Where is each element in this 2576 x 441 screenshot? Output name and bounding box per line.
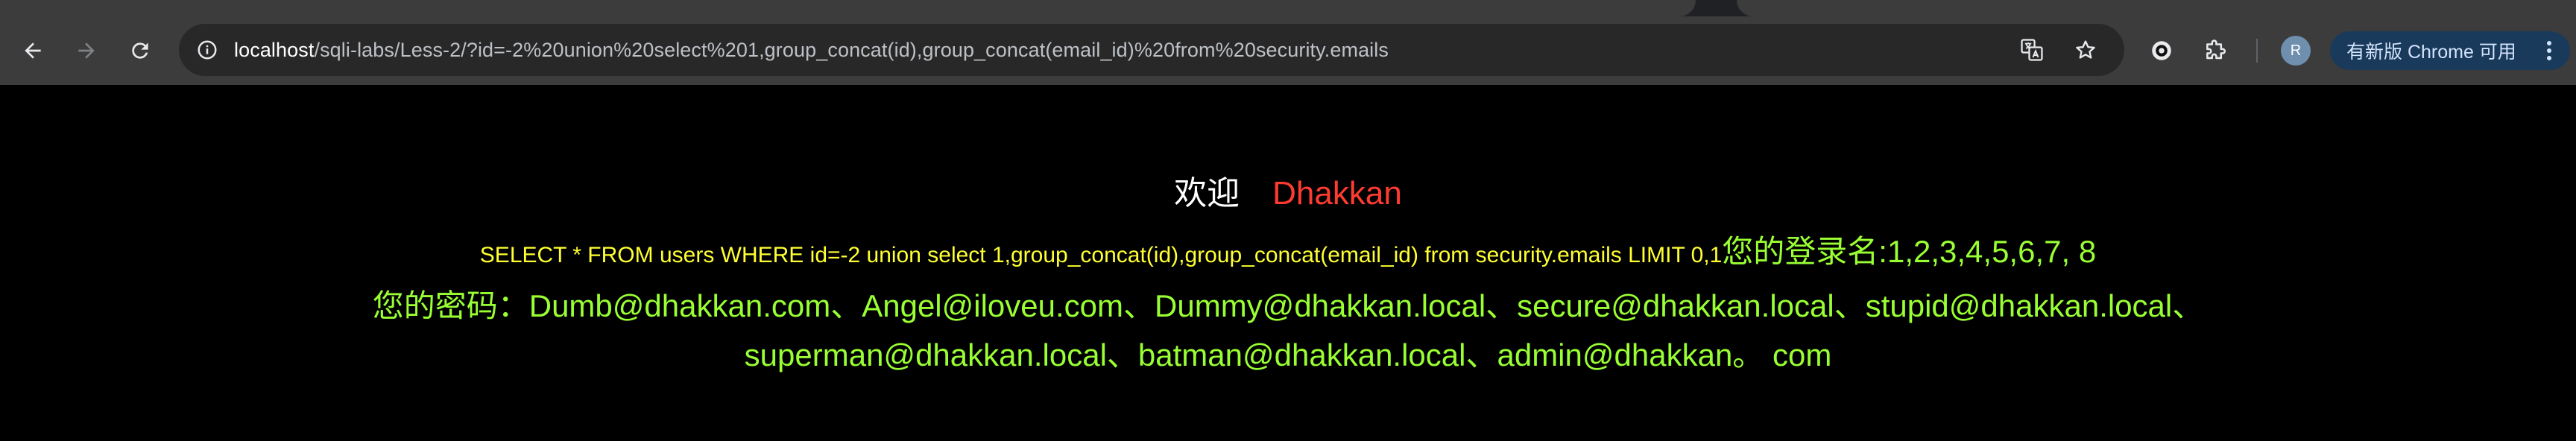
url-host: localhost <box>234 39 315 61</box>
reload-button[interactable] <box>122 33 158 69</box>
translate-icon <box>2021 39 2043 61</box>
reload-icon <box>132 42 148 59</box>
extension-record-button[interactable] <box>2144 33 2179 69</box>
password-line-1: 您的密码：Dumb@dhakkan.com、Angel@iloveu.com、D… <box>372 288 2204 323</box>
chrome-update-button[interactable]: 有新版 Chrome 可用 <box>2330 31 2570 70</box>
chrome-menu-button[interactable] <box>2534 36 2564 66</box>
welcome-line: 欢迎 Dhakkan <box>0 173 2576 215</box>
browser-toolbar: localhost/sqli-labs/Less-2/?id=-2%20unio… <box>0 16 2576 85</box>
active-tab[interactable] <box>0 0 1696 16</box>
record-icon <box>2152 41 2171 60</box>
toolbar-divider <box>2256 39 2258 63</box>
welcome-username: Dhakkan <box>1272 175 1402 212</box>
arrow-right-icon <box>78 42 95 59</box>
welcome-label: 欢迎 <box>1174 175 1240 212</box>
bookmark-button[interactable] <box>2068 32 2103 68</box>
translate-button[interactable] <box>2014 32 2050 68</box>
password-line-2: superman@dhakkan.local、batman@dhakkan.lo… <box>744 337 1832 372</box>
query-result-line: SELECT * FROM users WHERE id=-2 union se… <box>0 231 2576 280</box>
inactive-tab[interactable] <box>1737 0 2576 16</box>
star-icon <box>2076 40 2095 59</box>
puzzle-icon <box>2206 39 2226 60</box>
page-content: 欢迎 Dhakkan SELECT * FROM users WHERE id=-… <box>0 85 2576 441</box>
site-info-icon <box>198 40 217 60</box>
sql-query-text: SELECT * FROM users WHERE id=-2 union se… <box>479 243 1723 267</box>
kebab-menu-icon <box>2547 41 2551 60</box>
arrow-left-icon <box>25 42 41 59</box>
update-label: 有新版 Chrome 可用 <box>2346 42 2516 63</box>
address-bar[interactable]: localhost/sqli-labs/Less-2/?id=-2%20unio… <box>179 24 2124 76</box>
back-button[interactable] <box>15 33 51 69</box>
extensions-button[interactable] <box>2197 33 2233 69</box>
forward-button[interactable] <box>69 33 104 69</box>
url-text[interactable]: localhost/sqli-labs/Less-2/?id=-2%20unio… <box>234 24 1389 76</box>
url-path: /sqli-labs/Less-2/?id=-2%20union%20selec… <box>314 39 1389 61</box>
site-info-button[interactable] <box>189 32 225 68</box>
login-name-text: 您的登录名:1,2,3,4,5,6,7, 8 <box>1722 234 2097 269</box>
tab-strip <box>0 0 2576 16</box>
password-result: 您的密码：Dumb@dhakkan.com、Angel@iloveu.com、D… <box>0 282 2576 380</box>
profile-avatar[interactable]: R <box>2281 36 2311 66</box>
